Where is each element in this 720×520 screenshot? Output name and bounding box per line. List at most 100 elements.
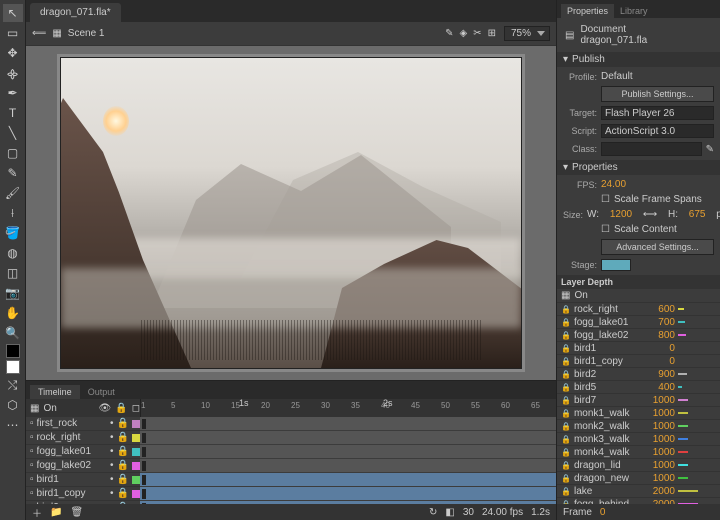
section-publish[interactable]: ▾Publish [557,52,720,67]
tab-output[interactable]: Output [80,385,123,399]
timeline-layer[interactable]: ▫fogg_lake01•🔒 [26,445,140,459]
layerdepth-bar[interactable] [678,360,718,362]
tab-library[interactable]: Library [614,4,654,18]
layer-depth-row[interactable]: 🔒dragon_lid1000 [557,459,720,472]
tool-cursor[interactable]: ↖ [3,4,23,22]
layerdepth-bar[interactable] [678,503,718,504]
layer-depth-row[interactable]: 🔒monk2_walk1000 [557,420,720,433]
layerdepth-value[interactable]: 2000 [647,486,675,497]
edit-class-icon[interactable]: ✎ [706,144,714,155]
layerdepth-bar[interactable] [678,451,718,453]
layer-depth-row[interactable]: 🔒monk4_walk1000 [557,446,720,459]
scale-spans-checkbox[interactable]: ☐ [601,194,610,205]
tool-rectangle[interactable]: ▢ [3,144,23,162]
layerdepth-value[interactable]: 1000 [647,395,675,406]
timeline-layer[interactable]: ▫bird1_copy•🔒 [26,487,140,501]
stage[interactable] [61,58,521,368]
layerdepth-lock-icon[interactable]: 🔒 [561,487,571,496]
advanced-settings-button[interactable]: Advanced Settings... [601,239,714,255]
layer-visible-icon[interactable]: • [110,432,114,443]
layer-visible-icon[interactable]: • [110,460,114,471]
keyframe[interactable] [142,447,146,457]
layer-visible-icon[interactable]: • [110,488,114,499]
layer-depth-row[interactable]: 🔒fogg_lake01700 [557,316,720,329]
timeline-track[interactable] [140,487,556,501]
tool-hand[interactable]: ✋ [3,304,23,322]
loop-icon[interactable]: ↻ [429,507,437,518]
keyframe[interactable] [142,433,146,443]
layer-depth-row[interactable]: 🔒dragon_new1000 [557,472,720,485]
zoom-dropdown[interactable]: 75% [504,26,550,41]
layer-lock-icon[interactable]: 🔒 [117,474,129,485]
layerdepth-lock-icon[interactable]: 🔒 [561,396,571,405]
tool-camera[interactable]: 📷 [3,284,23,302]
link-dimensions-icon[interactable]: ⟷ [643,209,657,220]
timeline-layer[interactable]: ▫fogg_lake02•🔒 [26,459,140,473]
layer-depth-row[interactable]: 🔒bird5400 [557,381,720,394]
layerdepth-value[interactable]: 1000 [647,460,675,471]
layerdepth-lock-icon[interactable]: 🔒 [561,409,571,418]
layer-lock-icon[interactable]: 🔒 [117,460,129,471]
section-properties[interactable]: ▾Properties [557,160,720,175]
outline-column-icon[interactable]: ◻ [132,403,140,414]
visibility-column-icon[interactable]: 👁 [99,403,112,414]
layerdepth-camera-icon[interactable]: ▦ [561,290,570,301]
layer-depth-row[interactable]: 🔒monk1_walk1000 [557,407,720,420]
timeline-layer[interactable]: ▫first_rock•🔒 [26,417,140,431]
layerdepth-bar[interactable] [678,347,718,349]
tool-paint-bucket[interactable]: 🪣 [3,224,23,242]
layerdepth-value[interactable]: 600 [647,304,675,315]
layerdepth-lock-icon[interactable]: 🔒 [561,318,571,327]
height-value[interactable]: 675 [689,209,706,220]
layerdepth-lock-icon[interactable]: 🔒 [561,435,571,444]
layer-depth-row[interactable]: 🔒bird71000 [557,394,720,407]
tab-timeline[interactable]: Timeline [30,385,80,399]
layerdepth-bar[interactable] [678,477,718,479]
edit-scene-icon[interactable]: ✎ [445,28,453,39]
tool-options[interactable]: ⋯ [3,416,23,434]
layerdepth-lock-icon[interactable]: 🔒 [561,461,571,470]
layerdepth-bar[interactable] [678,308,718,310]
width-value[interactable]: 1200 [610,209,632,220]
tool-brush[interactable]: 🖌 [3,184,23,202]
timeline-track[interactable] [140,501,556,504]
timeline-tracks[interactable] [140,417,556,504]
layer-lock-icon[interactable]: 🔒 [117,488,129,499]
layer-lock-icon[interactable]: 🔒 [117,446,129,457]
timeline-track[interactable] [140,473,556,487]
layerdepth-bar[interactable] [678,373,718,375]
script-dropdown[interactable]: ActionScript 3.0 [601,124,714,138]
timeline-track[interactable] [140,445,556,459]
layer-depth-row[interactable]: 🔒fogg_lake02800 [557,329,720,342]
layerdepth-bar[interactable] [678,386,718,388]
tool-eraser[interactable]: ◫ [3,264,23,282]
tool-free-transform[interactable]: ✥ [3,44,23,62]
layer-visible-icon[interactable]: • [110,474,114,485]
layer-depth-row[interactable]: 🔒bird1_copy0 [557,355,720,368]
layerdepth-bar[interactable] [678,438,718,440]
layerdepth-bar[interactable] [678,334,718,336]
keyframe[interactable] [142,475,146,485]
layerdepth-bar[interactable] [678,425,718,427]
layerdepth-lock-icon[interactable]: 🔒 [561,370,571,379]
timeline-track[interactable] [140,417,556,431]
tool-bone[interactable]: ⟊ [3,204,23,222]
onion-skin-icon[interactable]: ◧ [445,507,454,518]
timeline-layer[interactable]: ▫rock_right•🔒 [26,431,140,445]
layer-color-swatch[interactable] [132,490,140,498]
swatch-stroke[interactable] [6,344,20,358]
keyframe[interactable] [142,419,146,429]
layerdepth-bar[interactable] [678,412,718,414]
layerdepth-bar[interactable] [678,490,718,492]
tool-text[interactable]: T [3,104,23,122]
back-icon[interactable]: ⟸ [32,28,46,39]
timeline-ruler[interactable]: 151015202530354045505560651s2s [140,399,556,417]
target-dropdown[interactable]: Flash Player 26 [601,106,714,120]
tool-pencil[interactable]: ✎ [3,164,23,182]
layerdepth-lock-icon[interactable]: 🔒 [561,383,571,392]
layerdepth-value[interactable]: 700 [647,317,675,328]
camera-icon[interactable]: ▦ [30,403,39,414]
layerdepth-value[interactable]: 800 [647,330,675,341]
layer-depth-row[interactable]: 🔒monk3_walk1000 [557,433,720,446]
layerdepth-bar[interactable] [678,399,718,401]
